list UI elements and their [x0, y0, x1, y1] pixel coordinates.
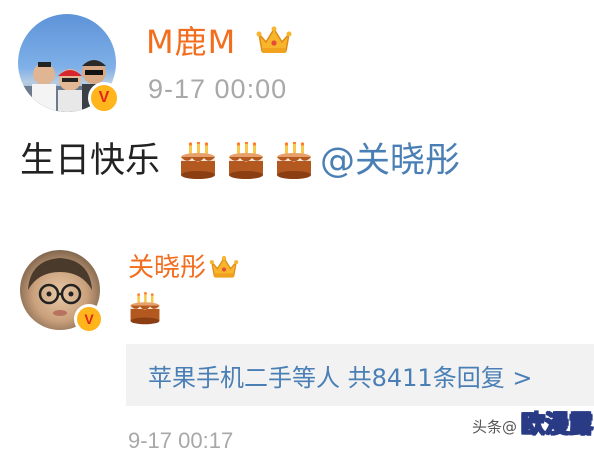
crown-icon	[209, 254, 239, 284]
replies-summary-link[interactable]: 苹果手机二手等人 共8411条回复 >	[148, 358, 532, 393]
comment-author-avatar[interactable]: V	[20, 250, 104, 334]
post-timestamp: 9-17 00:00	[148, 74, 288, 104]
cake-emoji-group	[178, 142, 314, 180]
birthday-cake-icon	[130, 291, 160, 325]
watermark-name: 欧漫露	[520, 409, 594, 438]
mention-link[interactable]: @关晓彤	[320, 140, 460, 182]
watermark-prefix: 头条@	[472, 418, 518, 436]
birthday-cake-icon	[277, 142, 312, 179]
watermark: 头条@ 欧漫露	[472, 404, 594, 439]
post-author-avatar[interactable]: V	[18, 14, 120, 114]
verified-badge-icon: V	[74, 304, 104, 334]
verified-badge-icon: V	[88, 82, 120, 114]
post-text: 生日快乐	[20, 141, 161, 181]
post-content: 生日快乐 @关晓彤	[20, 140, 460, 182]
comment-timestamp: 9-17 00:17	[128, 428, 234, 453]
comment-author-name[interactable]: 关晓彤	[128, 252, 206, 284]
birthday-cake-icon	[229, 142, 264, 179]
birthday-cake-icon	[181, 142, 216, 179]
comment-content	[128, 291, 162, 330]
crown-icon	[256, 24, 292, 60]
post-author-name[interactable]: M鹿M	[146, 22, 236, 62]
